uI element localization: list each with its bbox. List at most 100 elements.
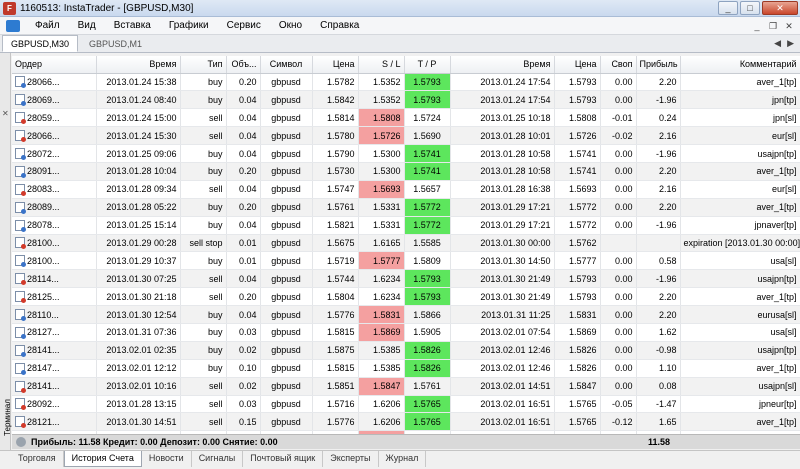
- chart-tab[interactable]: GBPUSD,M1: [80, 35, 151, 52]
- mdi-minimize-icon[interactable]: _: [750, 20, 764, 32]
- table-row[interactable]: 28114... 2013.01.30 07:25 sell 0.04 gbpusd 1.…: [12, 269, 800, 289]
- column-header[interactable]: Тип: [180, 56, 227, 74]
- order-icon: [15, 362, 26, 375]
- cell-swap: -0.05: [600, 395, 637, 414]
- cell-sl: 1.5847: [358, 377, 405, 396]
- table-row[interactable]: 28066... 2013.01.24 15:30 sell 0.04 gbpusd 1.…: [12, 126, 800, 146]
- cell-open-price: 1.5747: [312, 180, 359, 199]
- column-header[interactable]: Время: [96, 56, 181, 74]
- table-row[interactable]: 28089... 2013.01.28 05:22 buy 0.20 gbpusd 1.5…: [12, 198, 800, 217]
- menu-item-3[interactable]: Графики: [160, 17, 218, 35]
- column-header[interactable]: Своп: [600, 56, 637, 74]
- cell-comment: aver_1[tp]: [680, 198, 800, 217]
- table-row[interactable]: 28147... 2013.02.01 12:12 buy 0.10 gbpusd 1.5…: [12, 359, 800, 378]
- cell-swap: -0.01: [600, 108, 637, 128]
- cell-close-time: 2013.02.01 12:46: [450, 359, 555, 378]
- column-header[interactable]: T / P: [404, 56, 451, 74]
- cell-swap: 0.00: [600, 162, 637, 181]
- column-header[interactable]: Цена: [312, 56, 359, 74]
- cell-tp: 1.5826: [404, 359, 451, 378]
- order-id: 28147...: [27, 363, 60, 374]
- menu-item-6[interactable]: Справка: [311, 17, 368, 35]
- table-row[interactable]: 28078... 2013.01.25 15:14 buy 0.04 gbpusd 1.5…: [12, 216, 800, 235]
- table-row[interactable]: 28141... 2013.02.01 10:16 sell 0.02 gbpusd 1.…: [12, 377, 800, 396]
- terminal-tab[interactable]: История Счета: [63, 451, 142, 467]
- table-row[interactable]: 28125... 2013.01.30 21:18 sell 0.20 gbpusd 1.…: [12, 287, 800, 307]
- cell-close-time: 2013.02.01 16:51: [450, 395, 555, 414]
- table-row[interactable]: 28069... 2013.01.24 08:40 buy 0.04 gbpusd 1.5…: [12, 90, 800, 110]
- terminal-tab[interactable]: Почтовый ящик: [243, 451, 324, 467]
- terminal-tab[interactable]: Новости: [142, 451, 192, 467]
- table-row[interactable]: 28092... 2013.01.28 13:15 sell 0.03 gbpusd 1.…: [12, 395, 800, 414]
- tab-scroll-right-icon[interactable]: ▶: [787, 38, 794, 49]
- order-id: 28089...: [27, 202, 60, 213]
- cell-close-price: 1.5741: [554, 144, 601, 163]
- terminal-close-icon[interactable]: ✕: [2, 109, 9, 118]
- column-header[interactable]: Объ...: [226, 56, 261, 74]
- tab-scroll-left-icon[interactable]: ◀: [774, 38, 781, 49]
- cell-order: 28066...: [12, 73, 97, 92]
- terminal-tab[interactable]: Журнал: [379, 451, 427, 467]
- chart-menu-icon[interactable]: [6, 19, 20, 32]
- order-id: 28141...: [27, 381, 60, 392]
- cell-close-price: 1.5847: [554, 377, 601, 396]
- cell-order: 28059...: [12, 108, 97, 128]
- cell-close-time: 2013.02.01 12:46: [450, 341, 555, 360]
- terminal-tab[interactable]: Торговля: [11, 451, 64, 467]
- order-icon: [15, 255, 26, 268]
- cell-open-price: 1.5776: [312, 412, 359, 432]
- table-row[interactable]: 28100... 2013.01.29 00:28 sell stop 0.01 gbp…: [12, 234, 800, 253]
- menu-bar: Файл Вид Вставка Графики Сервис Окно Справка _…: [0, 17, 800, 35]
- order-icon: [15, 183, 26, 196]
- column-header[interactable]: Комментарий: [680, 56, 800, 74]
- cell-profit: -1.96: [636, 269, 681, 289]
- menu-item-0[interactable]: Файл: [26, 17, 69, 35]
- cell-tp: 1.5826: [404, 341, 451, 360]
- cell-open-price: 1.5790: [312, 144, 359, 163]
- column-header[interactable]: Прибыль: [636, 56, 681, 74]
- table-row[interactable]: 28141... 2013.02.01 02:35 buy 0.02 gbpusd 1.5…: [12, 341, 800, 360]
- cell-sl: 1.5693: [358, 180, 405, 199]
- table-row[interactable]: 28127... 2013.01.31 07:36 buy 0.03 gbpusd 1.5…: [12, 323, 800, 342]
- order-id: 28125...: [27, 291, 60, 302]
- cell-tp: 1.5741: [404, 144, 451, 163]
- cell-close-time: 2013.01.30 14:50: [450, 251, 555, 271]
- table-row[interactable]: 28072... 2013.01.25 09:06 buy 0.04 gbpusd 1.5…: [12, 144, 800, 163]
- cell-comment: usajpn[tp]: [680, 269, 800, 289]
- cell-type: sell: [180, 377, 227, 396]
- cell-open-price: 1.5851: [312, 377, 359, 396]
- table-row[interactable]: 28059... 2013.01.24 15:00 sell 0.04 gbpusd 1.…: [12, 108, 800, 128]
- terminal-tab[interactable]: Сигналы: [192, 451, 244, 467]
- menu-item-2[interactable]: Вставка: [105, 17, 160, 35]
- table-row[interactable]: 28110... 2013.01.30 12:54 buy 0.04 gbpusd 1.5…: [12, 305, 800, 324]
- table-row[interactable]: 28121... 2013.01.30 14:51 sell 0.15 gbpusd 1.…: [12, 412, 800, 432]
- minimize-button[interactable]: _: [718, 1, 738, 15]
- column-header[interactable]: Символ: [260, 56, 313, 74]
- chart-tab[interactable]: GBPUSD,M30: [2, 35, 79, 52]
- cell-swap: 0.00: [600, 269, 637, 289]
- menu-item-4[interactable]: Сервис: [218, 17, 270, 35]
- table-row[interactable]: 28066... 2013.01.24 15:38 buy 0.20 gbpusd 1.5…: [12, 73, 800, 92]
- mdi-restore-icon[interactable]: ❐: [766, 20, 780, 32]
- table-row[interactable]: 28091... 2013.01.28 10:04 buy 0.20 gbpusd 1.5…: [12, 162, 800, 181]
- table-row[interactable]: 28100... 2013.01.29 10:37 buy 0.01 gbpusd 1.5…: [12, 251, 800, 271]
- column-header[interactable]: S / L: [358, 56, 405, 74]
- cell-volume: 0.04: [226, 108, 261, 128]
- cell-profit: 0.24: [636, 108, 681, 128]
- cell-type: sell: [180, 126, 227, 146]
- cell-sl: 1.5385: [358, 359, 405, 378]
- cell-volume: 0.02: [226, 377, 261, 396]
- maximize-button[interactable]: □: [740, 1, 760, 15]
- cell-type: buy: [180, 144, 227, 163]
- menu-item-1[interactable]: Вид: [69, 17, 105, 35]
- column-header[interactable]: Время: [450, 56, 555, 74]
- column-header[interactable]: Цена: [554, 56, 601, 74]
- menu-item-5[interactable]: Окно: [270, 17, 311, 35]
- close-button[interactable]: ✕: [762, 1, 798, 15]
- column-header[interactable]: Ордер: [12, 56, 97, 74]
- cell-open-price: 1.5730: [312, 162, 359, 181]
- mdi-close-icon[interactable]: ✕: [782, 20, 796, 32]
- table-row[interactable]: 28083... 2013.01.28 09:34 sell 0.04 gbpusd 1.…: [12, 180, 800, 199]
- cell-open-price: 1.5821: [312, 216, 359, 235]
- terminal-tab[interactable]: Эксперты: [323, 451, 379, 467]
